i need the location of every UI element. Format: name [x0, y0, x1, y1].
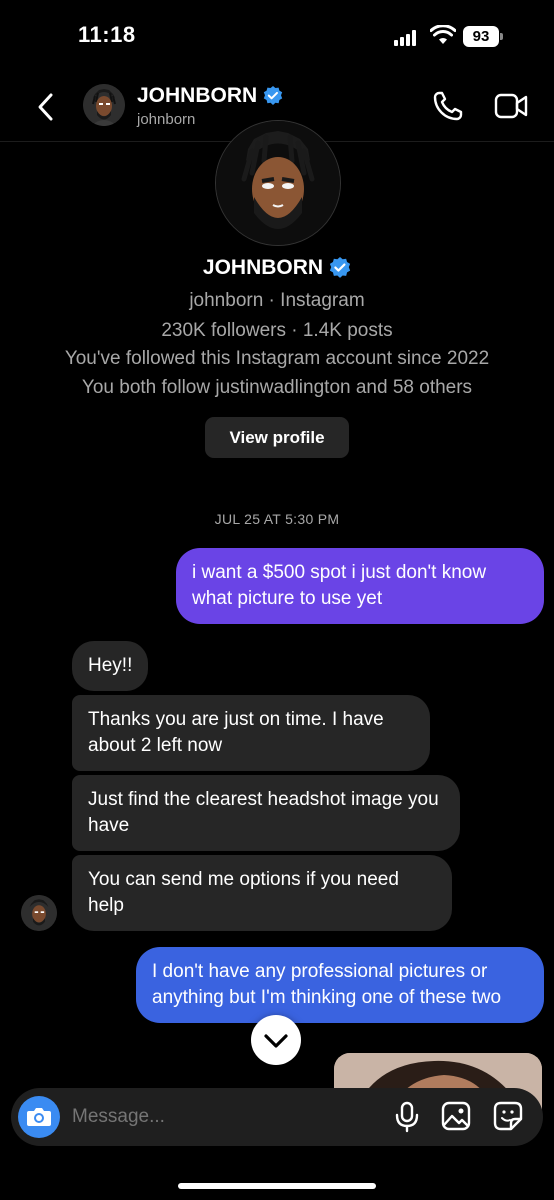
profile-followed-since: You've followed this Instagram account s…: [64, 348, 490, 369]
profile-subtitle: johnborn · Instagram: [189, 290, 365, 311]
header-avatar[interactable]: [83, 84, 125, 126]
profile-mutuals: You both follow justinwadlington and 58 …: [81, 377, 473, 398]
outgoing-message[interactable]: I don't have any professional pictures o…: [136, 947, 544, 1023]
status-time: 11:18: [78, 22, 136, 47]
sticker-icon[interactable]: [493, 1101, 523, 1131]
header-name: JOHNBORN: [137, 84, 258, 107]
profile-stats: 230K followers · 1.4K posts: [161, 320, 393, 341]
header-handle: johnborn: [137, 111, 196, 128]
wifi-icon: [430, 25, 456, 44]
battery-icon: 93: [463, 26, 503, 47]
profile-title: JOHNBORN: [0, 256, 554, 280]
incoming-message[interactable]: Thanks you are just on time. I have abou…: [72, 695, 430, 771]
camera-button[interactable]: [18, 1096, 60, 1138]
outgoing-message[interactable]: i want a $500 spot i just don't know wha…: [176, 548, 544, 624]
home-indicator[interactable]: [178, 1183, 376, 1189]
battery-level: 93: [463, 26, 499, 47]
conversation-date: JUL 25 AT 5:30 PM: [214, 511, 340, 527]
message-input[interactable]: [72, 1103, 372, 1131]
sender-avatar[interactable]: [21, 895, 57, 931]
incoming-message[interactable]: Just find the clearest headshot image yo…: [72, 775, 460, 851]
microphone-icon[interactable]: [394, 1101, 420, 1133]
phone-call-icon[interactable]: [432, 90, 464, 122]
chevron-down-icon: [264, 1034, 288, 1048]
header-title[interactable]: JOHNBORN: [137, 84, 283, 108]
camera-icon: [27, 1108, 51, 1126]
incoming-message[interactable]: Hey!!: [72, 641, 149, 691]
view-profile-button[interactable]: View profile: [205, 417, 349, 458]
verified-badge-icon: [329, 257, 351, 278]
profile-avatar[interactable]: [215, 120, 341, 246]
incoming-message[interactable]: You can send me options if you need help: [72, 855, 452, 931]
cellular-signal-icon: [394, 30, 420, 46]
gallery-icon[interactable]: [441, 1101, 471, 1131]
scroll-to-bottom-button[interactable]: [251, 1015, 301, 1065]
verified-badge-icon: [263, 86, 283, 105]
back-chevron-icon[interactable]: [36, 92, 56, 122]
video-call-icon[interactable]: [494, 92, 528, 120]
profile-name: JOHNBORN: [202, 256, 324, 279]
